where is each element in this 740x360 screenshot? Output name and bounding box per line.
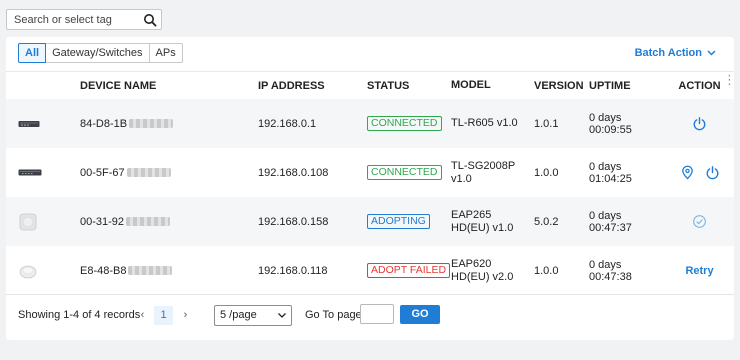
uptime-days: 0 days <box>589 111 622 124</box>
model-line-1: EAP620 <box>451 257 492 270</box>
power-icon[interactable] <box>705 165 720 180</box>
ip-address: 192.168.0.1 <box>258 117 317 130</box>
search-box[interactable]: Search or select tag <box>6 9 162 30</box>
power-icon[interactable] <box>692 116 707 131</box>
header-version[interactable]: VERSION <box>534 80 589 92</box>
redacted-mask <box>126 216 171 226</box>
status-badge: CONNECTED <box>367 165 442 180</box>
chevron-down-icon <box>707 50 716 56</box>
device-name: E8-48-B8 <box>80 264 127 277</box>
uptime: 0 days 00:09:55 <box>589 112 665 136</box>
uptime: 0 days 00:47:38 <box>589 259 665 283</box>
row-actions <box>665 214 734 229</box>
header-device-name[interactable]: DEVICE NAME <box>80 80 258 92</box>
device-image <box>6 120 80 128</box>
version: 5.0.2 <box>534 215 559 228</box>
uptime-days: 0 days <box>589 209 622 222</box>
ip-address: 192.168.0.158 <box>258 215 329 228</box>
page-button-1[interactable]: 1 <box>154 306 173 325</box>
table-header: DEVICE NAME IP ADDRESS STATUS MODEL VERS… <box>6 71 736 99</box>
table-row[interactable]: 00-31-92 192.168.0.158 ADOPTING EAP265 HD… <box>6 197 734 246</box>
switch-device-icon <box>18 169 42 176</box>
batch-action-label: Batch Action <box>634 47 702 59</box>
goto-page-label: Go To page: <box>305 309 365 321</box>
page-size-value: 5 /page <box>220 309 257 321</box>
uptime: 0 days 00:47:37 <box>589 210 665 234</box>
model-line-1: TL-R605 v1.0 <box>451 117 518 129</box>
device-name: 00-5F-67 <box>80 166 125 179</box>
version: 1.0.0 <box>534 166 559 179</box>
row-actions <box>665 165 734 180</box>
table-row[interactable]: 84-D8-1B 192.168.0.1 CONNECTED TL-R605 v… <box>6 99 734 148</box>
device-panel: All Gateway/Switches APs Batch Action DE… <box>6 37 736 340</box>
model-line-2: HD(EU) v1.0 <box>451 221 514 234</box>
records-summary: Showing 1-4 of 4 records <box>18 309 141 321</box>
model-line-2: HD(EU) v2.0 <box>451 270 514 283</box>
locate-icon[interactable] <box>680 165 695 180</box>
status-badge: CONNECTED <box>367 116 442 131</box>
gateway-device-icon <box>18 120 40 127</box>
next-page-button[interactable]: › <box>176 306 195 325</box>
access-point-device-icon <box>19 265 37 278</box>
header-status[interactable]: STATUS <box>367 80 451 92</box>
uptime: 0 days 01:04:25 <box>589 161 665 185</box>
uptime-days: 0 days <box>589 258 622 271</box>
search-input[interactable]: Search or select tag <box>14 14 112 26</box>
uptime-time: 00:47:38 <box>589 270 632 283</box>
device-table: DEVICE NAME IP ADDRESS STATUS MODEL VERS… <box>6 71 736 295</box>
device-type-tabs: All Gateway/Switches APs <box>18 43 183 63</box>
column-settings-icon[interactable]: ⋮ <box>723 73 736 86</box>
retry-button[interactable]: Retry <box>685 265 713 277</box>
page-size-select[interactable]: 5 /page <box>214 305 292 326</box>
search-icon[interactable] <box>143 13 157 27</box>
row-actions <box>665 116 734 131</box>
model: EAP620 HD(EU) v2.0 <box>451 258 534 284</box>
tab-aps[interactable]: APs <box>148 43 183 63</box>
model: EAP265 HD(EU) v1.0 <box>451 209 534 235</box>
ip-address: 192.168.0.108 <box>258 166 329 179</box>
header-action-label: ACTION <box>678 79 721 92</box>
batch-action-button[interactable]: Batch Action <box>635 47 716 59</box>
go-button[interactable]: GO <box>400 305 440 324</box>
version: 1.0.1 <box>534 117 559 130</box>
device-name: 84-D8-1B <box>80 117 128 130</box>
check-circle-icon <box>693 215 706 228</box>
uptime-time: 00:47:37 <box>589 221 632 234</box>
header-action: ACTION ⋮ <box>665 73 736 92</box>
table-row[interactable]: 00-5F-67 192.168.0.108 CONNECTED TL-SG20… <box>6 148 734 197</box>
model-line-2: v1.0 <box>451 172 472 185</box>
redacted-mask <box>129 118 174 128</box>
uptime-days: 0 days <box>589 160 622 173</box>
model: TL-SG2008P v1.0 <box>451 160 534 186</box>
goto-page-input[interactable] <box>360 304 394 324</box>
redacted-mask <box>126 167 171 177</box>
device-image <box>6 213 80 231</box>
access-point-device-icon <box>19 213 37 230</box>
table-row[interactable]: E8-48-B8 192.168.0.118 ADOPT FAILED EAP6… <box>6 246 734 295</box>
pagination-bar: Showing 1-4 of 4 records ‹ 1 › 5 /page G… <box>6 294 734 340</box>
header-model[interactable]: MODEL <box>451 79 534 92</box>
model-line-1: TL-SG2008P <box>451 159 516 172</box>
tab-all[interactable]: All <box>18 43 47 63</box>
uptime-time: 01:04:25 <box>589 172 632 185</box>
ip-address: 192.168.0.118 <box>258 264 328 277</box>
version: 1.0.0 <box>534 264 559 277</box>
device-image <box>6 169 80 176</box>
chevron-down-icon <box>278 313 286 318</box>
status-badge: ADOPT FAILED <box>367 263 451 278</box>
device-image <box>6 262 80 280</box>
device-name: 00-31-92 <box>80 215 125 228</box>
header-uptime[interactable]: UPTIME <box>589 80 665 92</box>
row-actions: Retry <box>665 265 734 277</box>
redacted-mask <box>128 265 173 275</box>
uptime-time: 00:09:55 <box>589 123 632 136</box>
prev-page-button[interactable]: ‹ <box>133 306 152 325</box>
model: TL-R605 v1.0 <box>451 117 534 130</box>
model-line-1: EAP265 <box>451 208 492 221</box>
tab-gateway-switches[interactable]: Gateway/Switches <box>45 43 150 63</box>
status-badge: ADOPTING <box>367 214 430 229</box>
header-ip-address[interactable]: IP ADDRESS <box>258 80 367 92</box>
